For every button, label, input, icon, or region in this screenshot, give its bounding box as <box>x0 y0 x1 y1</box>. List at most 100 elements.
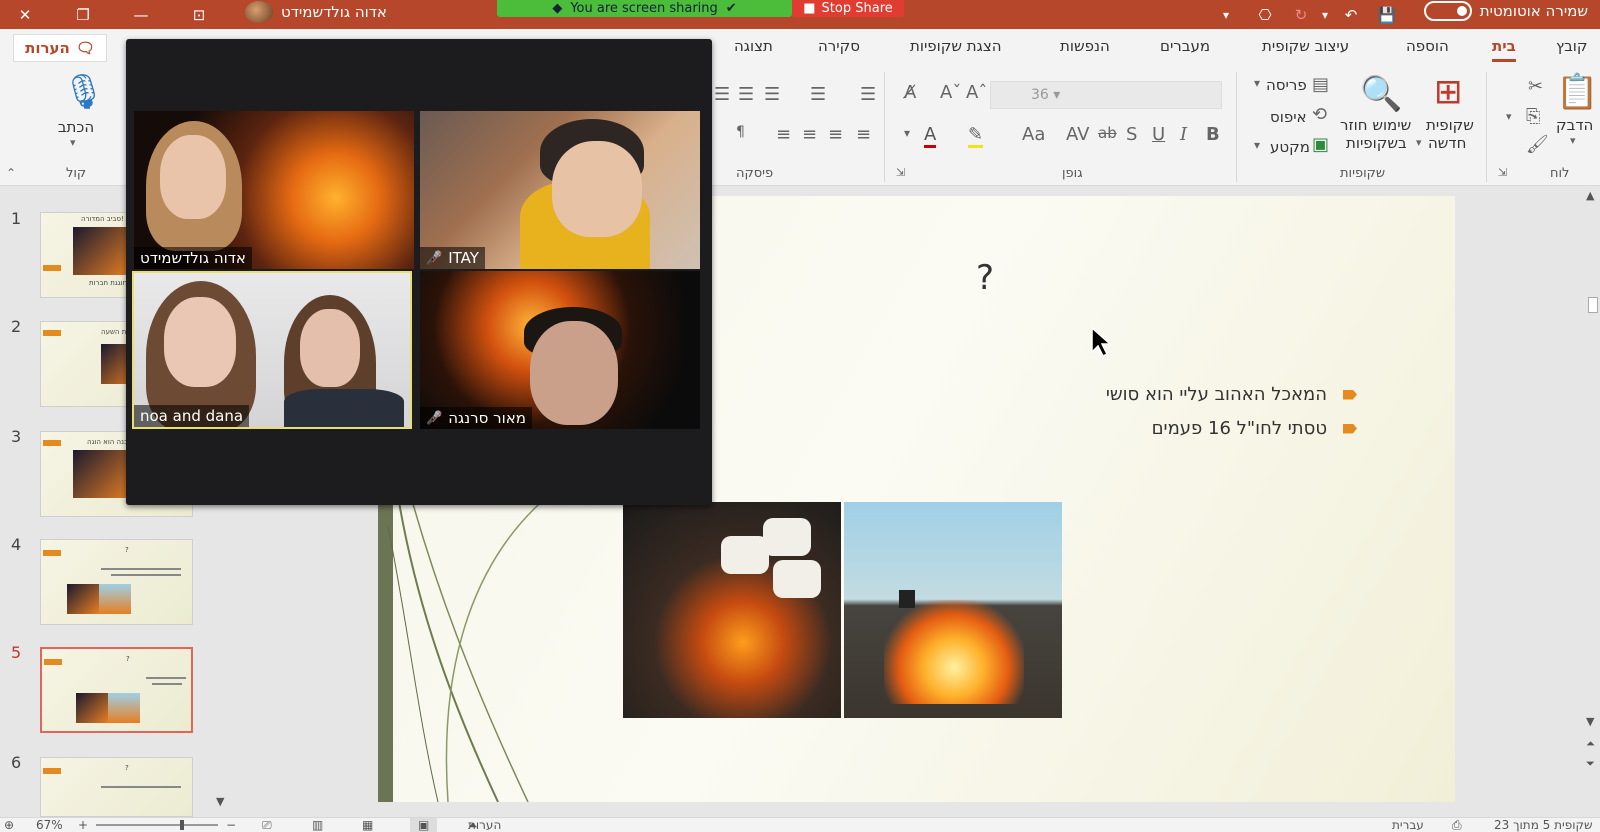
strikethrough-icon[interactable]: ab <box>1098 124 1117 142</box>
align-right-icon[interactable]: ≡ <box>802 124 817 145</box>
minimize-icon[interactable]: — <box>126 0 156 29</box>
notes-pane-button[interactable]: הערות ⏶ <box>468 818 501 832</box>
increase-font-icon[interactable]: Aˆ <box>966 82 987 103</box>
clipboard-launcher-icon[interactable]: ⇲ <box>1498 166 1507 179</box>
restore-icon[interactable]: ❐ <box>68 0 98 29</box>
tab-slideshow[interactable]: הצגת שקופיות <box>910 37 1002 55</box>
new-slide-icon[interactable]: ⊞ <box>1434 72 1463 112</box>
share-window-icon[interactable]: ⊡ <box>184 0 214 29</box>
scroll-up-icon[interactable]: ▲ <box>1586 189 1594 202</box>
bold-icon[interactable]: B <box>1206 124 1220 145</box>
reuse-slides-label-2[interactable]: בשקופיות <box>1346 134 1407 152</box>
participant-tile[interactable]: 🎤̸ מאור סרנגה <box>420 271 700 429</box>
bullets-icon[interactable]: ☰ <box>810 84 826 105</box>
clear-format-icon[interactable]: A̸ <box>904 82 916 103</box>
dictate-button[interactable]: הכתב <box>54 118 98 136</box>
zoom-out-icon[interactable]: − <box>226 818 236 832</box>
reuse-slides-label-1[interactable]: שימוש חוזר <box>1340 116 1411 134</box>
accessibility-icon[interactable]: ⎙ <box>1452 818 1462 832</box>
shadow-icon[interactable]: S <box>1126 124 1137 145</box>
new-slide-label-1[interactable]: שקופית <box>1426 116 1474 134</box>
section-dropdown-icon[interactable]: ▾ <box>1254 138 1260 152</box>
line-spacing-icon[interactable]: ☰ <box>860 84 876 105</box>
paste-icon[interactable]: 📋 <box>1556 72 1598 112</box>
tab-home[interactable]: בית <box>1492 37 1516 62</box>
tab-insert[interactable]: הוספה <box>1406 37 1449 55</box>
zoom-level[interactable]: 67% <box>36 818 63 832</box>
zoom-video-panel[interactable]: אדוה גולדשמידט 🎤̸ ITAY noa and dana 🎤̸ מ… <box>126 39 712 505</box>
indent-icon[interactable]: ☰ <box>714 84 730 105</box>
participant-tile[interactable]: 🎤̸ ITAY <box>420 111 700 269</box>
new-slide-label-2[interactable]: חדשה <box>1428 134 1466 152</box>
tab-transitions[interactable]: מעברים <box>1160 37 1210 55</box>
align-center-icon[interactable]: ≡ <box>828 124 843 145</box>
copy-dropdown-icon[interactable]: ▾ <box>1506 110 1512 123</box>
zoom-slider[interactable] <box>96 820 218 830</box>
decrease-font-icon[interactable]: Aˇ <box>940 82 961 103</box>
slide-thumbnail-6[interactable]: ? <box>40 757 193 817</box>
qat-more-icon[interactable]: ▾ <box>1215 0 1237 29</box>
collapse-ribbon-icon[interactable]: ⌃ <box>6 166 16 180</box>
scroll-thumb[interactable] <box>1588 297 1598 313</box>
tab-animations[interactable]: הנפשות <box>1060 37 1110 55</box>
paste-button[interactable]: הדבק <box>1556 116 1593 134</box>
slide-bullet[interactable]: טסתי לחו"ל 16 פעמים <box>1152 418 1357 439</box>
zoom-in-icon[interactable]: + <box>78 818 88 832</box>
normal-view-icon[interactable]: ▣ <box>410 818 438 832</box>
participant-tile-active[interactable]: noa and dana <box>132 271 412 429</box>
font-color-icon[interactable]: A <box>924 124 937 148</box>
layout-dropdown-icon[interactable]: ▾ <box>1254 76 1260 90</box>
stop-share-button[interactable]: ■ Stop Share <box>792 0 904 17</box>
section-button[interactable]: מקטע <box>1270 138 1310 156</box>
participant-tile[interactable]: אדוה גולדשמידט <box>134 111 414 269</box>
format-painter-icon[interactable]: 🖌 <box>1526 134 1549 155</box>
new-slide-dropdown-icon[interactable]: ▾ <box>1416 136 1422 149</box>
next-slide-icon[interactable]: ⏷ <box>1586 757 1595 771</box>
autosave-control[interactable]: שמירה אוטומטית <box>1423 0 1588 22</box>
close-icon[interactable]: ✕ <box>8 0 42 29</box>
decrease-indent-icon[interactable]: ☰ <box>738 84 754 105</box>
fit-slide-icon[interactable]: ⊕ <box>4 818 14 832</box>
save-icon[interactable]: 💾 <box>1374 0 1400 29</box>
slide-vertical-scrollbar[interactable]: ▲ ▼ ⏶ ⏷ <box>1584 187 1600 802</box>
language-indicator[interactable]: עברית <box>1392 818 1424 832</box>
highlight-icon[interactable]: ✎ <box>968 124 984 148</box>
slide-thumbnail-4[interactable]: ? <box>40 539 193 625</box>
scroll-down-icon[interactable]: ▼ <box>216 795 224 808</box>
align-left-icon[interactable]: ≡ <box>856 124 871 145</box>
undo-dropdown-icon[interactable]: ▾ <box>1316 0 1334 29</box>
dictate-dropdown-icon[interactable]: ▾ <box>70 136 76 149</box>
cut-icon[interactable]: ✂ <box>1528 76 1543 97</box>
copy-icon[interactable]: ⎘ <box>1526 106 1540 127</box>
layout-button[interactable]: פריסה <box>1266 76 1307 94</box>
tab-view[interactable]: תצוגה <box>734 37 773 55</box>
reset-button[interactable]: איפוס <box>1270 108 1307 126</box>
underline-icon[interactable]: U <box>1152 124 1165 145</box>
scroll-down-icon[interactable]: ▼ <box>1586 715 1594 728</box>
char-spacing-icon[interactable]: AV <box>1066 124 1089 145</box>
present-icon[interactable]: ⎔ <box>1252 0 1278 29</box>
beach-fire-pit-photo[interactable] <box>844 502 1062 718</box>
slide-title[interactable]: ? <box>976 258 994 298</box>
slide-thumbnail-5[interactable]: ? <box>40 647 193 733</box>
tab-review[interactable]: סקירה <box>818 37 860 55</box>
marshmallow-fire-photo[interactable] <box>623 502 841 718</box>
paragraph-launcher-icon[interactable]: ⇲ <box>896 166 905 179</box>
sorter-view-icon[interactable]: ▦ <box>362 818 373 832</box>
comments-button[interactable]: הערות 🗨 <box>13 34 107 62</box>
italic-icon[interactable]: I <box>1180 124 1187 145</box>
numbering-icon[interactable]: ☰ <box>764 84 780 105</box>
font-more-icon[interactable]: ▾ <box>904 126 910 140</box>
change-case-icon[interactable]: Aa <box>1022 124 1045 145</box>
microphone-icon[interactable]: 🎙 <box>62 72 105 112</box>
slide-bullet[interactable]: המאכל האהוב עליי הוא סושי <box>1106 384 1357 405</box>
undo-icon[interactable]: ↶ <box>1338 0 1364 29</box>
tab-file[interactable]: קובץ <box>1556 37 1588 55</box>
autosave-toggle[interactable] <box>1423 1 1472 21</box>
reuse-slides-icon[interactable]: 🔍 <box>1360 74 1402 114</box>
reading-view-icon[interactable]: ▥ <box>312 818 323 832</box>
justify-icon[interactable]: ≡ <box>776 124 791 145</box>
previous-slide-icon[interactable]: ⏶ <box>1586 737 1595 751</box>
font-size-select[interactable]: 36 ▾ <box>990 81 1222 109</box>
rtl-icon[interactable]: ¶ <box>736 124 745 140</box>
